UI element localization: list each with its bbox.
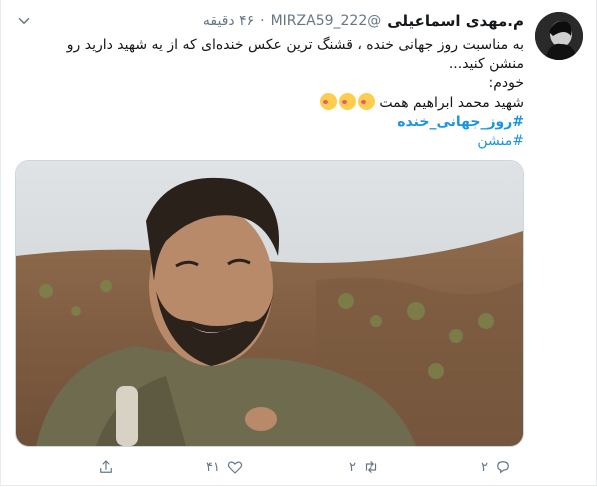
tweet-line-with-emoji: شهید محمد ابراهیم همت (14, 93, 524, 113)
tweet-photo[interactable] (15, 160, 524, 447)
tweet-header: م.مهدی اسماعیلی @MIRZA59_222 · ۴۶ دقیقه (203, 12, 524, 30)
user-handle[interactable]: @MIRZA59_222 (271, 13, 382, 29)
avatar[interactable] (535, 12, 583, 60)
tweet-text: به مناسبت روز جهانی خنده ، قشنگ ترین عکس… (14, 36, 524, 151)
kiss-emoji-icon (357, 93, 375, 110)
reply-button[interactable]: ۲ (481, 452, 512, 482)
hashtag-link[interactable]: #روز_جهانی_خنده (397, 114, 524, 130)
tweet-line: به مناسبت روز جهانی خنده ، قشنگ ترین عکس… (66, 37, 524, 53)
reply-count: ۲ (481, 459, 488, 475)
chevron-down-icon[interactable] (15, 12, 33, 30)
share-button[interactable] (97, 452, 115, 482)
tweet-time[interactable]: ۴۶ دقیقه (203, 13, 254, 29)
retweet-count: ۲ (349, 459, 356, 475)
heart-icon (227, 461, 243, 474)
tweet-line: منشن کنید... (448, 56, 524, 72)
like-button[interactable]: ۴۱ (206, 452, 244, 482)
retweet-button[interactable]: ۲ (349, 452, 380, 482)
separator-dot: · (260, 13, 265, 29)
like-count: ۴۱ (206, 459, 220, 475)
kiss-emoji-icon (319, 93, 337, 110)
hashtag-link[interactable]: #منشن (477, 133, 524, 149)
tweet-actions: ۲ ۲ ۴۱ (1, 452, 597, 482)
retweet-icon (365, 461, 377, 473)
kiss-emoji-icon (338, 93, 356, 110)
display-name[interactable]: م.مهدی اسماعیلی (387, 12, 524, 30)
share-icon (100, 460, 112, 473)
reply-icon (497, 461, 509, 474)
tweet-card[interactable]: م.مهدی اسماعیلی @MIRZA59_222 · ۴۶ دقیقه … (0, 0, 597, 486)
tweet-line: شهید محمد ابراهیم همت (379, 95, 524, 111)
tweet-line: خودم: (488, 75, 524, 91)
